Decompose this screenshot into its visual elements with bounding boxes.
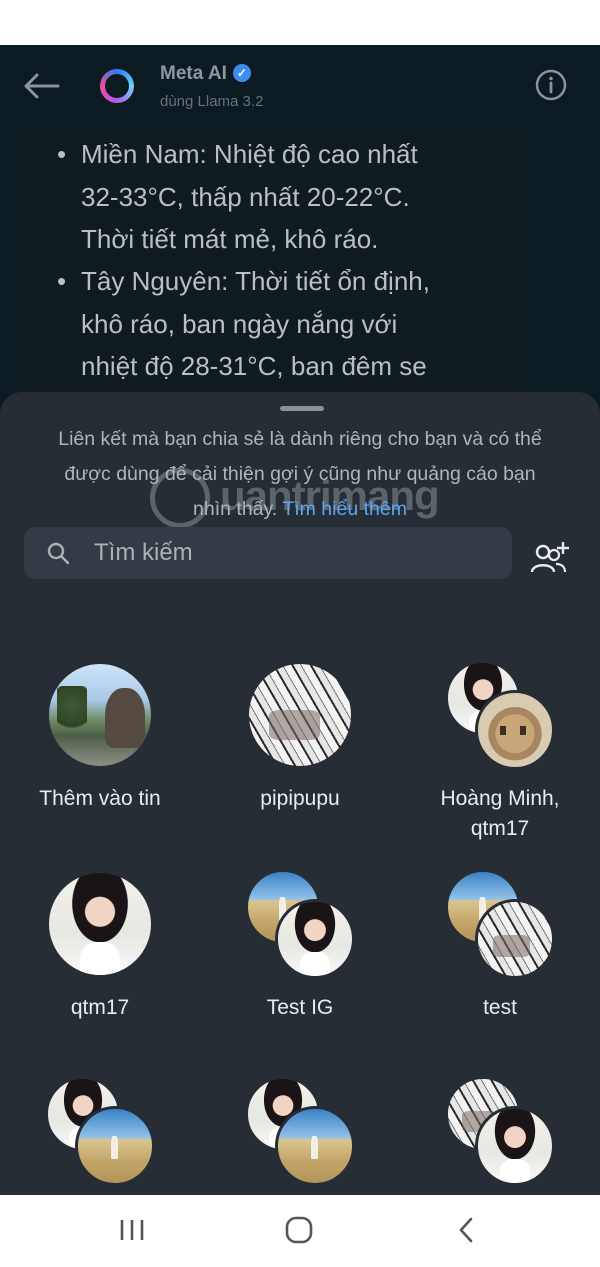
contact-name: Thêm vào tin <box>0 784 200 814</box>
avatar-image <box>246 661 354 769</box>
contact-name-line: pipipupu <box>260 787 340 810</box>
contact-name: pipipupu <box>200 784 400 814</box>
bullet-line: Tây Nguyên: Thời tiết ổn định, <box>81 266 430 296</box>
contact-name-line: qtm17 <box>70 996 130 1019</box>
bullet-line: Thời tiết mát mẻ, khô ráo. <box>81 224 379 254</box>
status-bar-area <box>0 0 600 45</box>
avatar <box>45 660 155 770</box>
recent-apps-icon[interactable] <box>117 1215 147 1245</box>
avatar-image <box>46 870 154 978</box>
avatar-image <box>475 1106 555 1186</box>
contact-name-line: test <box>483 996 517 1019</box>
avatar <box>245 869 355 979</box>
avatar-image <box>475 899 555 979</box>
avatar <box>245 1076 355 1186</box>
bullet-line: Miền Nam: Nhiệt độ cao nhất <box>81 139 418 169</box>
home-icon[interactable] <box>284 1215 314 1245</box>
avatar-image <box>46 661 154 769</box>
nav-back-icon[interactable] <box>452 1215 482 1245</box>
system-nav-bar <box>0 1195 600 1267</box>
contact-tile[interactable]: Dzungsunlig...qtm17 <box>200 1076 400 1195</box>
avatar <box>445 869 555 979</box>
chat-title[interactable]: Meta AI ✓ <box>160 63 251 85</box>
avatar <box>45 869 155 979</box>
avatar <box>445 660 555 770</box>
contact-tile[interactable]: Test IG <box>200 869 400 1023</box>
back-arrow-icon[interactable] <box>22 71 62 101</box>
notice-line: nhìn thấy. <box>193 498 278 520</box>
chat-subtitle: dùng Llama 3.2 <box>160 93 264 110</box>
search-placeholder: Tìm kiếm <box>94 539 193 566</box>
avatar-image <box>275 1106 355 1186</box>
contact-name: qtm17 <box>0 993 200 1023</box>
privacy-notice: Liên kết mà bạn chia sẻ là dành riêng ch… <box>14 422 586 527</box>
chat-header: Meta AI ✓ dùng Llama 3.2 <box>0 45 600 133</box>
contact-name-line: Hoàng Minh, <box>440 787 560 810</box>
avatar <box>445 1076 555 1186</box>
info-icon[interactable] <box>535 69 567 101</box>
bullet-item: • Miền Nam: Nhiệt độ cao nhất 32-33°C, t… <box>57 133 527 261</box>
bullet-dot: • <box>57 266 67 296</box>
chat-screen: Meta AI ✓ dùng Llama 3.2 • Miền Nam: Nhiệ… <box>0 45 600 1195</box>
learn-more-link[interactable]: Tìm hiểu thêm <box>282 498 407 520</box>
contact-name: Hoàng Minh, qtm17 <box>400 784 600 844</box>
contact-name-line: Thêm vào tin <box>39 787 161 810</box>
meta-ai-logo-icon[interactable] <box>100 69 134 103</box>
contact-name: Test IG <box>200 993 400 1023</box>
contact-tile[interactable]: test <box>400 869 600 1023</box>
contact-tile[interactable]: Thêm vào tin <box>0 660 200 814</box>
notice-line: Liên kết mà bạn chia sẻ là dành riêng ch… <box>58 428 542 450</box>
share-sheet: uantrimang Liên kết mà bạn chia sẻ là dà… <box>0 392 600 1195</box>
contact-name-line: qtm17 <box>470 817 530 840</box>
drag-handle[interactable] <box>280 406 324 411</box>
contact-tile[interactable]: pipipupu <box>200 660 400 814</box>
contact-name: test <box>400 993 600 1023</box>
bullet-line: 32-33°C, thấp nhất 20-22°C. <box>81 181 410 212</box>
search-icon <box>47 542 70 565</box>
contact-tile[interactable]: Hoàng Minh, qtm17 <box>400 660 600 844</box>
bullet-item: • Tây Nguyên: Thời tiết ổn định, khô ráo… <box>57 260 527 388</box>
contact-name-line: Test IG <box>266 996 334 1019</box>
contact-tile[interactable]: qtm17 <box>0 869 200 1023</box>
avatar-image <box>75 1106 155 1186</box>
avatar <box>245 660 355 770</box>
notice-line: được dùng để cải thiện gợi ý cũng như qu… <box>64 463 536 485</box>
contact-tile[interactable]: Dzungsunlig...qtm17 <box>0 1076 200 1195</box>
verified-badge-icon: ✓ <box>232 64 251 82</box>
contact-tile[interactable]: Nhóm ăn chơi <box>400 1076 600 1195</box>
avatar <box>45 1076 155 1186</box>
bullet-line: khô ráo, ban ngày nắng với <box>81 308 398 339</box>
add-people-icon[interactable] <box>530 540 570 576</box>
search-field[interactable]: Tìm kiếm <box>24 527 512 579</box>
bullet-dot: • <box>57 139 67 169</box>
avatar-image <box>275 899 355 979</box>
avatar-image <box>475 690 555 770</box>
bullet-line: nhiệt độ 28-31°C, ban đêm se <box>81 351 427 381</box>
